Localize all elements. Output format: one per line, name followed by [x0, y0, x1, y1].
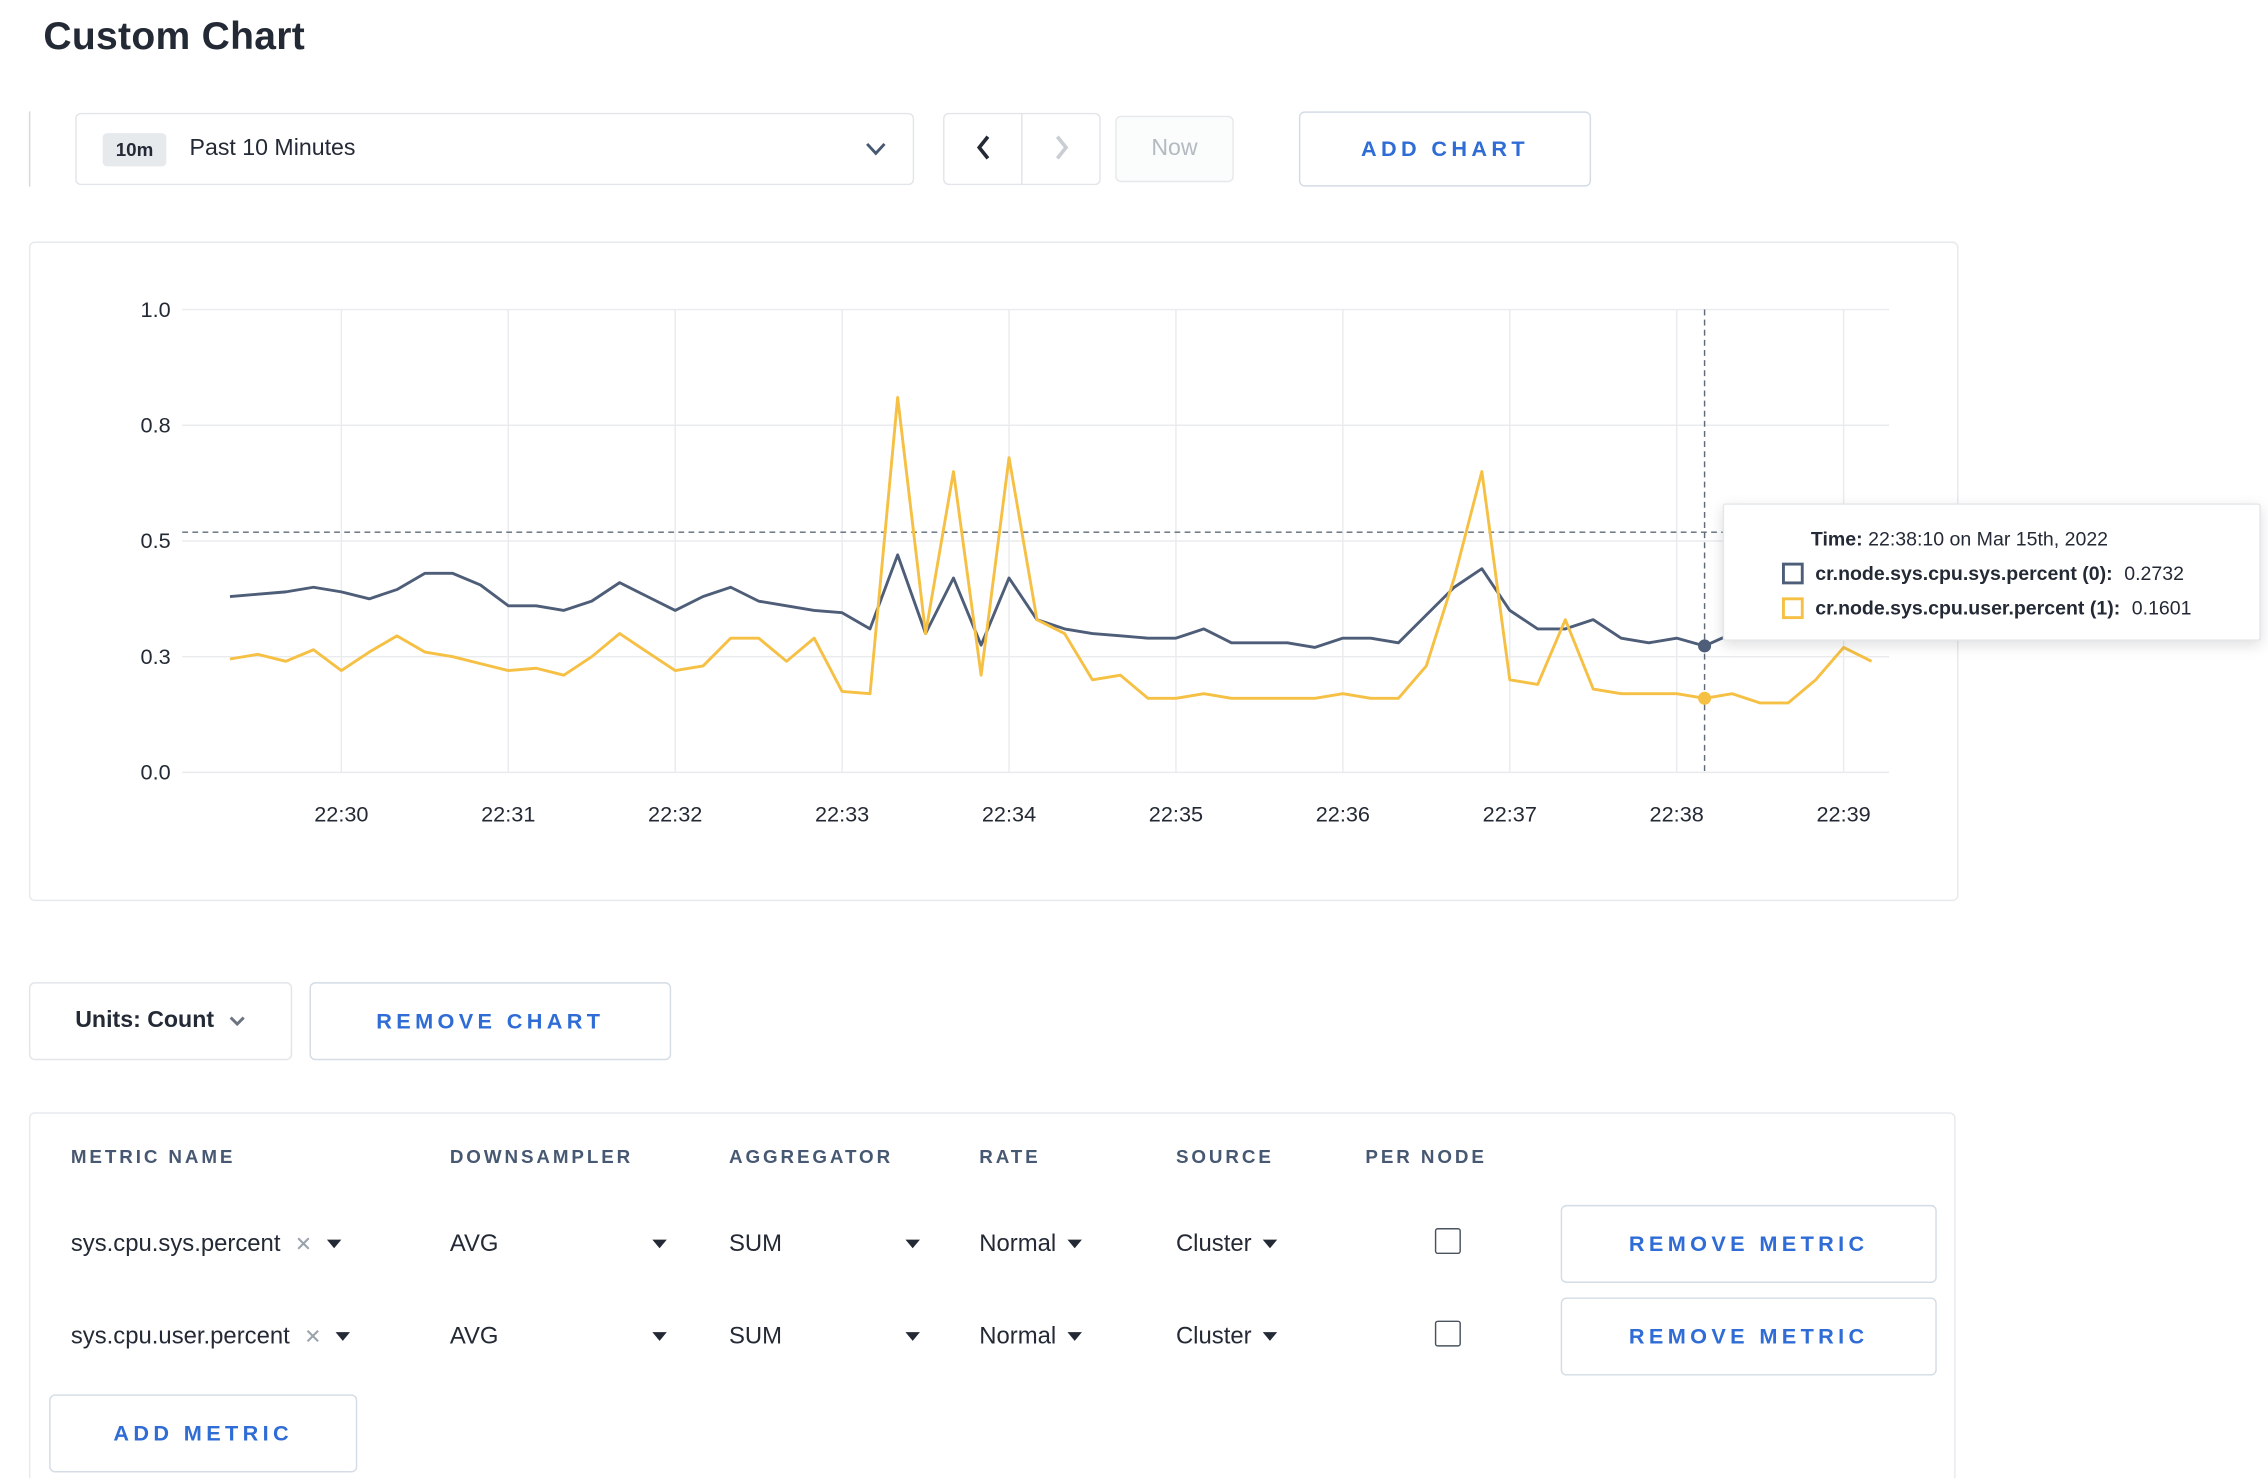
source-value: Cluster	[1175, 1230, 1252, 1257]
metrics-table: METRIC NAME DOWNSAMPLER AGGREGATOR RATE …	[28, 1112, 1956, 1478]
chart-tooltip: Time: 22:38:10 on Mar 15th, 2022 cr.node…	[1722, 503, 2261, 641]
rate-value: Normal	[979, 1322, 1057, 1349]
source-select[interactable]: Cluster	[1176, 1323, 1365, 1350]
y-tick-label: 0.3	[141, 644, 171, 669]
caret-down-icon	[335, 1332, 351, 1341]
caret-down-icon	[326, 1239, 341, 1249]
chevron-left-icon	[974, 132, 991, 165]
add-chart-button[interactable]: ADD CHART	[1298, 111, 1592, 187]
x-tick-label: 22:36	[1316, 802, 1370, 827]
remove-chart-button[interactable]: REMOVE CHART	[309, 982, 672, 1061]
aggregator-value: SUM	[729, 1322, 783, 1349]
chevron-down-icon	[865, 142, 887, 156]
caret-down-icon	[652, 1332, 667, 1341]
crosshair-point-cr.node.sys.cpu.sys.percent	[1698, 639, 1712, 653]
rate-select[interactable]: Normal	[979, 1323, 1176, 1350]
x-tick-label: 22:31	[481, 802, 535, 827]
y-tick-label: 1.0	[141, 297, 171, 322]
custom-chart-page: Custom Chart 10m Past 10 Minutes Now ADD…	[0, 0, 2268, 1478]
header-metric-name: METRIC NAME	[70, 1144, 236, 1167]
downsampler-value: AVG	[449, 1322, 499, 1349]
tooltip-series-name: cr.node.sys.cpu.sys.percent (0):	[1815, 562, 2113, 585]
chart-card: 0.0 0.3 0.5 0.8 1.0 22:30 22:31 22:32 22:33 22:34…	[28, 241, 2261, 902]
metric-name-label: sys.cpu.user.percent	[70, 1322, 290, 1349]
clear-metric-icon[interactable]: ✕	[295, 1232, 312, 1257]
metric-name-label: sys.cpu.sys.percent	[70, 1230, 281, 1257]
header-aggregator: AGGREGATOR	[729, 1144, 894, 1167]
x-tick-label: 22:33	[815, 802, 869, 827]
crosshair-point-cr.node.sys.cpu.user.percent	[1698, 691, 1712, 705]
remove-metric-button[interactable]: REMOVE METRIC	[1560, 1204, 1937, 1283]
chart-controls: Units: Count REMOVE CHART	[28, 982, 2268, 1061]
caret-down-icon	[905, 1239, 920, 1249]
tooltip-series-row: cr.node.sys.cpu.sys.percent (0): 0.2732	[1782, 562, 2233, 585]
user-series-swatch-icon	[1782, 597, 1804, 620]
caret-down-icon	[1263, 1332, 1278, 1341]
tooltip-time-label: Time:	[1810, 527, 1863, 550]
add-metric-button[interactable]: ADD METRIC	[49, 1394, 358, 1473]
aggregator-select[interactable]: SUM	[729, 1323, 920, 1350]
units-dropdown[interactable]: Units: Count	[28, 982, 293, 1061]
x-tick-label: 22:39	[1816, 802, 1870, 827]
x-tick-label: 22:30	[314, 802, 368, 827]
time-range-badge: 10m	[102, 132, 167, 166]
header-downsampler: DOWNSAMPLER	[449, 1144, 634, 1167]
metric-row: sys.cpu.user.percent ✕ AVG SUM Normal Cl…	[30, 1290, 1954, 1383]
clear-metric-icon[interactable]: ✕	[304, 1324, 321, 1349]
header-source: SOURCE	[1175, 1144, 1274, 1167]
x-tick-label: 22:34	[982, 802, 1036, 827]
series-line-cr.node.sys.cpu.sys.percent	[229, 553, 1872, 649]
source-value: Cluster	[1175, 1322, 1252, 1349]
rate-select[interactable]: Normal	[979, 1230, 1176, 1257]
caret-down-icon	[905, 1332, 920, 1341]
time-pager	[943, 112, 1101, 186]
y-tick-label: 0.0	[141, 760, 171, 785]
downsampler-value: AVG	[449, 1230, 499, 1257]
metric-name-select[interactable]: sys.cpu.sys.percent ✕	[71, 1230, 450, 1257]
sys-series-swatch-icon	[1782, 562, 1804, 585]
x-tick-label: 22:35	[1149, 802, 1203, 827]
chevron-right-icon	[1052, 132, 1069, 165]
x-tick-label: 22:32	[648, 802, 702, 827]
tooltip-series-row: cr.node.sys.cpu.user.percent (1): 0.1601	[1782, 597, 2233, 620]
prev-timeframe-button[interactable]	[943, 112, 1023, 186]
caret-down-icon	[1263, 1239, 1278, 1249]
time-range-dropdown[interactable]: 10m Past 10 Minutes	[75, 112, 915, 186]
units-label: Units: Count	[75, 1008, 215, 1033]
caret-down-icon	[1067, 1332, 1083, 1341]
remove-metric-button[interactable]: REMOVE METRIC	[1560, 1297, 1937, 1376]
x-tick-label: 22:38	[1650, 802, 1704, 827]
source-select[interactable]: Cluster	[1176, 1230, 1365, 1257]
page-title: Custom Chart	[43, 14, 306, 58]
next-timeframe-button[interactable]	[1021, 112, 1101, 186]
metric-row: sys.cpu.sys.percent ✕ AVG SUM Normal Clu…	[30, 1198, 1954, 1291]
header-rate: RATE	[979, 1144, 1041, 1167]
chevron-down-icon	[229, 1008, 246, 1034]
chart-plot[interactable]: 0.0 0.3 0.5 0.8 1.0 22:30 22:31 22:32 22:33 22:34…	[30, 243, 1957, 900]
time-range-label: Past 10 Minutes	[189, 135, 356, 161]
per-node-checkbox[interactable]	[1434, 1227, 1461, 1254]
x-tick-label: 22:37	[1483, 802, 1537, 827]
tooltip-series-value: 0.2732	[2124, 562, 2184, 585]
caret-down-icon	[652, 1239, 667, 1249]
aggregator-select[interactable]: SUM	[729, 1230, 920, 1257]
caret-down-icon	[1067, 1239, 1083, 1249]
tooltip-time-value: 22:38:10 on Mar 15th, 2022	[1868, 527, 2109, 550]
metrics-table-header: METRIC NAME DOWNSAMPLER AGGREGATOR RATE …	[30, 1114, 1954, 1198]
y-tick-label: 0.8	[141, 412, 171, 437]
header-per-node: PER NODE	[1365, 1144, 1487, 1167]
downsampler-select[interactable]: AVG	[450, 1323, 667, 1350]
aggregator-value: SUM	[729, 1230, 783, 1257]
tooltip-time: Time: 22:38:10 on Mar 15th, 2022	[1811, 528, 2233, 550]
downsampler-select[interactable]: AVG	[450, 1230, 667, 1257]
per-node-checkbox[interactable]	[1434, 1319, 1461, 1346]
toolbar: 10m Past 10 Minutes Now ADD CHART	[28, 111, 2268, 187]
now-button[interactable]: Now	[1115, 115, 1234, 183]
rate-value: Normal	[979, 1230, 1057, 1257]
y-tick-label: 0.5	[141, 528, 171, 553]
tooltip-series-name: cr.node.sys.cpu.user.percent (1):	[1815, 597, 2121, 620]
metric-name-select[interactable]: sys.cpu.user.percent ✕	[71, 1323, 450, 1350]
tooltip-series-value: 0.1601	[2131, 597, 2192, 620]
